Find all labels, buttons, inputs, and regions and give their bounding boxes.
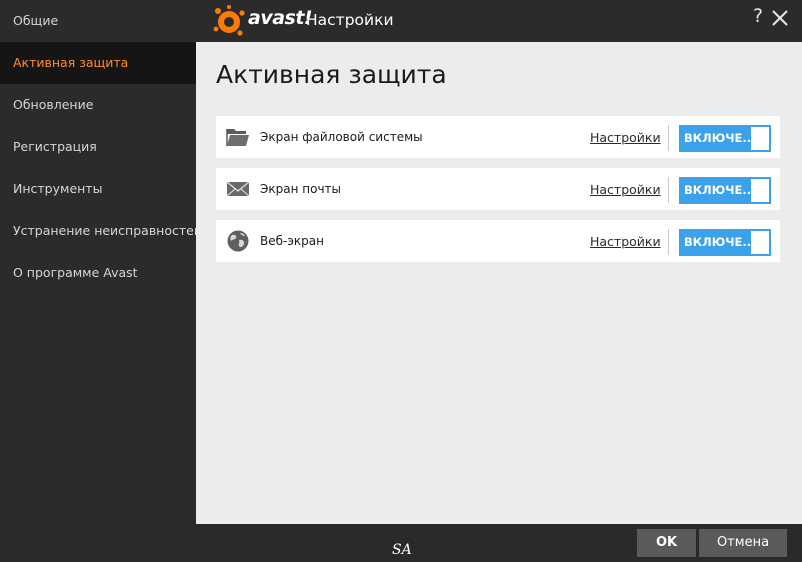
- envelope-icon: [226, 178, 250, 200]
- sidebar-item-about[interactable]: О программе Avast: [0, 252, 196, 294]
- shield-toggle[interactable]: ВКЛЮЧЕ...: [679, 177, 771, 204]
- toggle-label: ВКЛЮЧЕ...: [684, 183, 756, 197]
- sidebar-item-troubleshooting[interactable]: Устранение неисправностей: [0, 210, 202, 252]
- toggle-knob: [751, 231, 769, 254]
- brand-text: avast!: [248, 7, 313, 29]
- divider: [668, 229, 669, 255]
- sidebar: Общие Активная защита Обновление Регистр…: [0, 0, 202, 562]
- shield-settings-link[interactable]: Настройки: [590, 182, 661, 197]
- sidebar-item-tools[interactable]: Инструменты: [0, 168, 196, 210]
- shield-row-mail: Экран почты Настройки ВКЛЮЧЕ...: [216, 168, 780, 210]
- shield-toggle[interactable]: ВКЛЮЧЕ...: [679, 229, 771, 256]
- toggle-knob: [751, 127, 769, 150]
- divider: [668, 125, 669, 151]
- close-icon: [772, 10, 788, 26]
- sidebar-item-general[interactable]: Общие: [0, 0, 196, 42]
- avast-logo-icon: [213, 5, 245, 36]
- sidebar-item-update[interactable]: Обновление: [0, 84, 196, 126]
- ok-button[interactable]: OK: [637, 529, 696, 557]
- sidebar-item-registration[interactable]: Регистрация: [0, 126, 196, 168]
- sidebar-item-active-protection[interactable]: Активная защита: [0, 42, 196, 84]
- page-title: Активная защита: [216, 60, 447, 89]
- help-button[interactable]: ?: [748, 5, 768, 27]
- shield-row-file-system: Экран файловой системы Настройки ВКЛЮЧЕ.…: [216, 116, 780, 158]
- shield-label: Экран файловой системы: [260, 130, 423, 144]
- shield-label: Веб-экран: [260, 234, 324, 248]
- cancel-button[interactable]: Отмена: [699, 529, 787, 557]
- toggle-knob: [751, 179, 769, 202]
- shield-settings-link[interactable]: Настройки: [590, 130, 661, 145]
- shield-label: Экран почты: [260, 182, 341, 196]
- main-panel: Активная защита Экран файловой системы Н…: [196, 42, 802, 524]
- toggle-label: ВКЛЮЧЕ...: [684, 131, 756, 145]
- title-bar: avast! Настройки ?: [196, 0, 802, 42]
- toggle-label: ВКЛЮЧЕ...: [684, 235, 756, 249]
- footer-bar: SA OK Отмена: [196, 524, 802, 562]
- signature-text: SA: [392, 542, 412, 558]
- globe-icon: [226, 230, 250, 252]
- window-title: Настройки: [306, 11, 394, 29]
- folder-icon: [226, 126, 250, 148]
- shield-toggle[interactable]: ВКЛЮЧЕ...: [679, 125, 771, 152]
- shield-row-web: Веб-экран Настройки ВКЛЮЧЕ...: [216, 220, 780, 262]
- shield-settings-link[interactable]: Настройки: [590, 234, 661, 249]
- divider: [668, 177, 669, 203]
- avast-logo: avast!: [212, 4, 313, 38]
- close-button[interactable]: [770, 8, 790, 28]
